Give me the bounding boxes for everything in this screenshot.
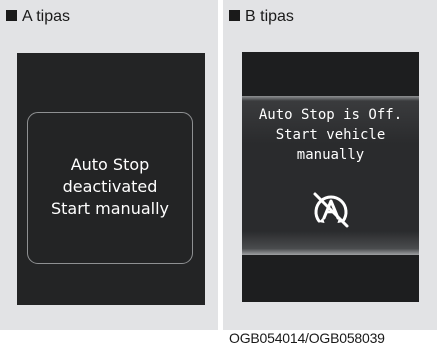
- figure-reference-code: OGB054014/OGB058039: [229, 330, 385, 346]
- panel-a-caption: A tipas: [6, 8, 70, 26]
- cluster-display-b: Auto Stop is Off. Start vehicle manually: [242, 52, 419, 302]
- message-a-line-1: Auto Stop: [70, 155, 150, 174]
- message-b-line-2: Start vehicle: [275, 127, 386, 143]
- auto-stop-message-a: Auto Stop deactivated Start manually: [27, 154, 193, 220]
- auto-stop-message-b: Auto Stop is Off. Start vehicle manually: [242, 105, 419, 165]
- message-b-line-1: Auto Stop is Off.: [258, 107, 403, 123]
- panel-b-caption-text: B tipas: [245, 8, 294, 25]
- panel-type-a: A tipas Auto Stop deactivated Start manu…: [0, 0, 218, 330]
- panel-type-b: B tipas Auto Stop is Off. Start vehicle …: [223, 0, 437, 330]
- panel-b-caption: B tipas: [229, 8, 294, 26]
- message-b-line-3: manually: [296, 147, 365, 163]
- panel-a-caption-text: A tipas: [22, 8, 71, 25]
- message-a-line-2: deactivated: [62, 177, 158, 196]
- message-a-line-3: Start manually: [50, 199, 169, 218]
- auto-stop-off-icon: [313, 192, 349, 228]
- cluster-display-a: Auto Stop deactivated Start manually: [17, 53, 205, 305]
- square-bullet-icon: [6, 10, 17, 21]
- square-bullet-icon: [229, 10, 240, 21]
